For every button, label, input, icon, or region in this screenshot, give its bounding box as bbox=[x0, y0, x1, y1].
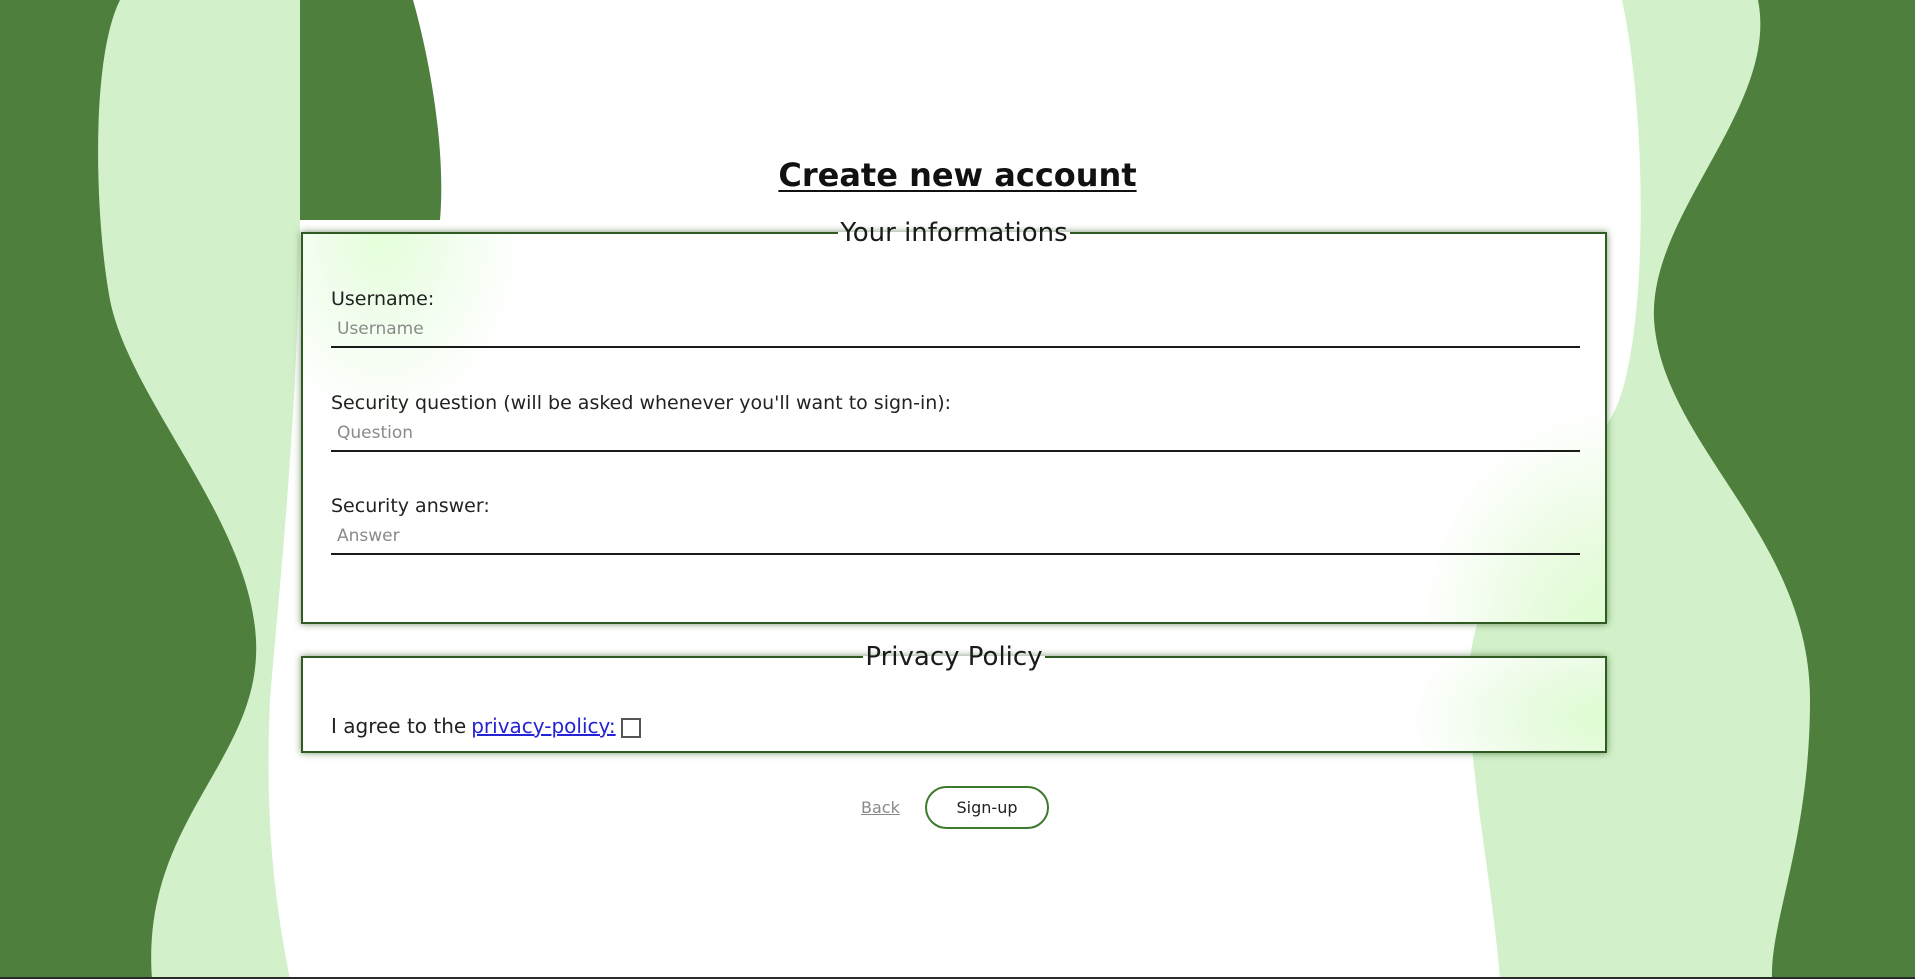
your-informations-section: Your informations Username: Security que… bbox=[301, 220, 1607, 624]
username-field-group: Username: bbox=[331, 288, 1580, 348]
privacy-policy-section: Privacy Policy I agree to the privacy-po… bbox=[301, 644, 1607, 753]
security-question-input[interactable] bbox=[331, 422, 1580, 452]
username-input[interactable] bbox=[331, 318, 1580, 348]
username-label: Username: bbox=[331, 288, 435, 310]
sign-up-button[interactable]: Sign-up bbox=[925, 786, 1049, 829]
section-legend: Privacy Policy bbox=[865, 642, 1043, 672]
security-answer-input[interactable] bbox=[331, 525, 1580, 555]
security-question-label: Security question (will be asked wheneve… bbox=[331, 392, 952, 414]
security-answer-field-group: Security answer: bbox=[331, 495, 1580, 555]
back-link[interactable]: Back bbox=[861, 798, 900, 817]
privacy-policy-link[interactable]: privacy-policy: bbox=[471, 714, 615, 738]
section-legend: Your informations bbox=[840, 218, 1068, 248]
privacy-agree-checkbox[interactable] bbox=[620, 718, 641, 738]
security-answer-label: Security answer: bbox=[331, 495, 490, 517]
page-title: Create new account bbox=[778, 156, 1137, 194]
form-actions: Back Sign-up bbox=[0, 786, 1915, 830]
privacy-agree-row: I agree to the privacy-policy: bbox=[331, 712, 641, 740]
privacy-agree-text: I agree to the bbox=[331, 714, 467, 738]
security-question-field-group: Security question (will be asked wheneve… bbox=[331, 392, 1580, 452]
